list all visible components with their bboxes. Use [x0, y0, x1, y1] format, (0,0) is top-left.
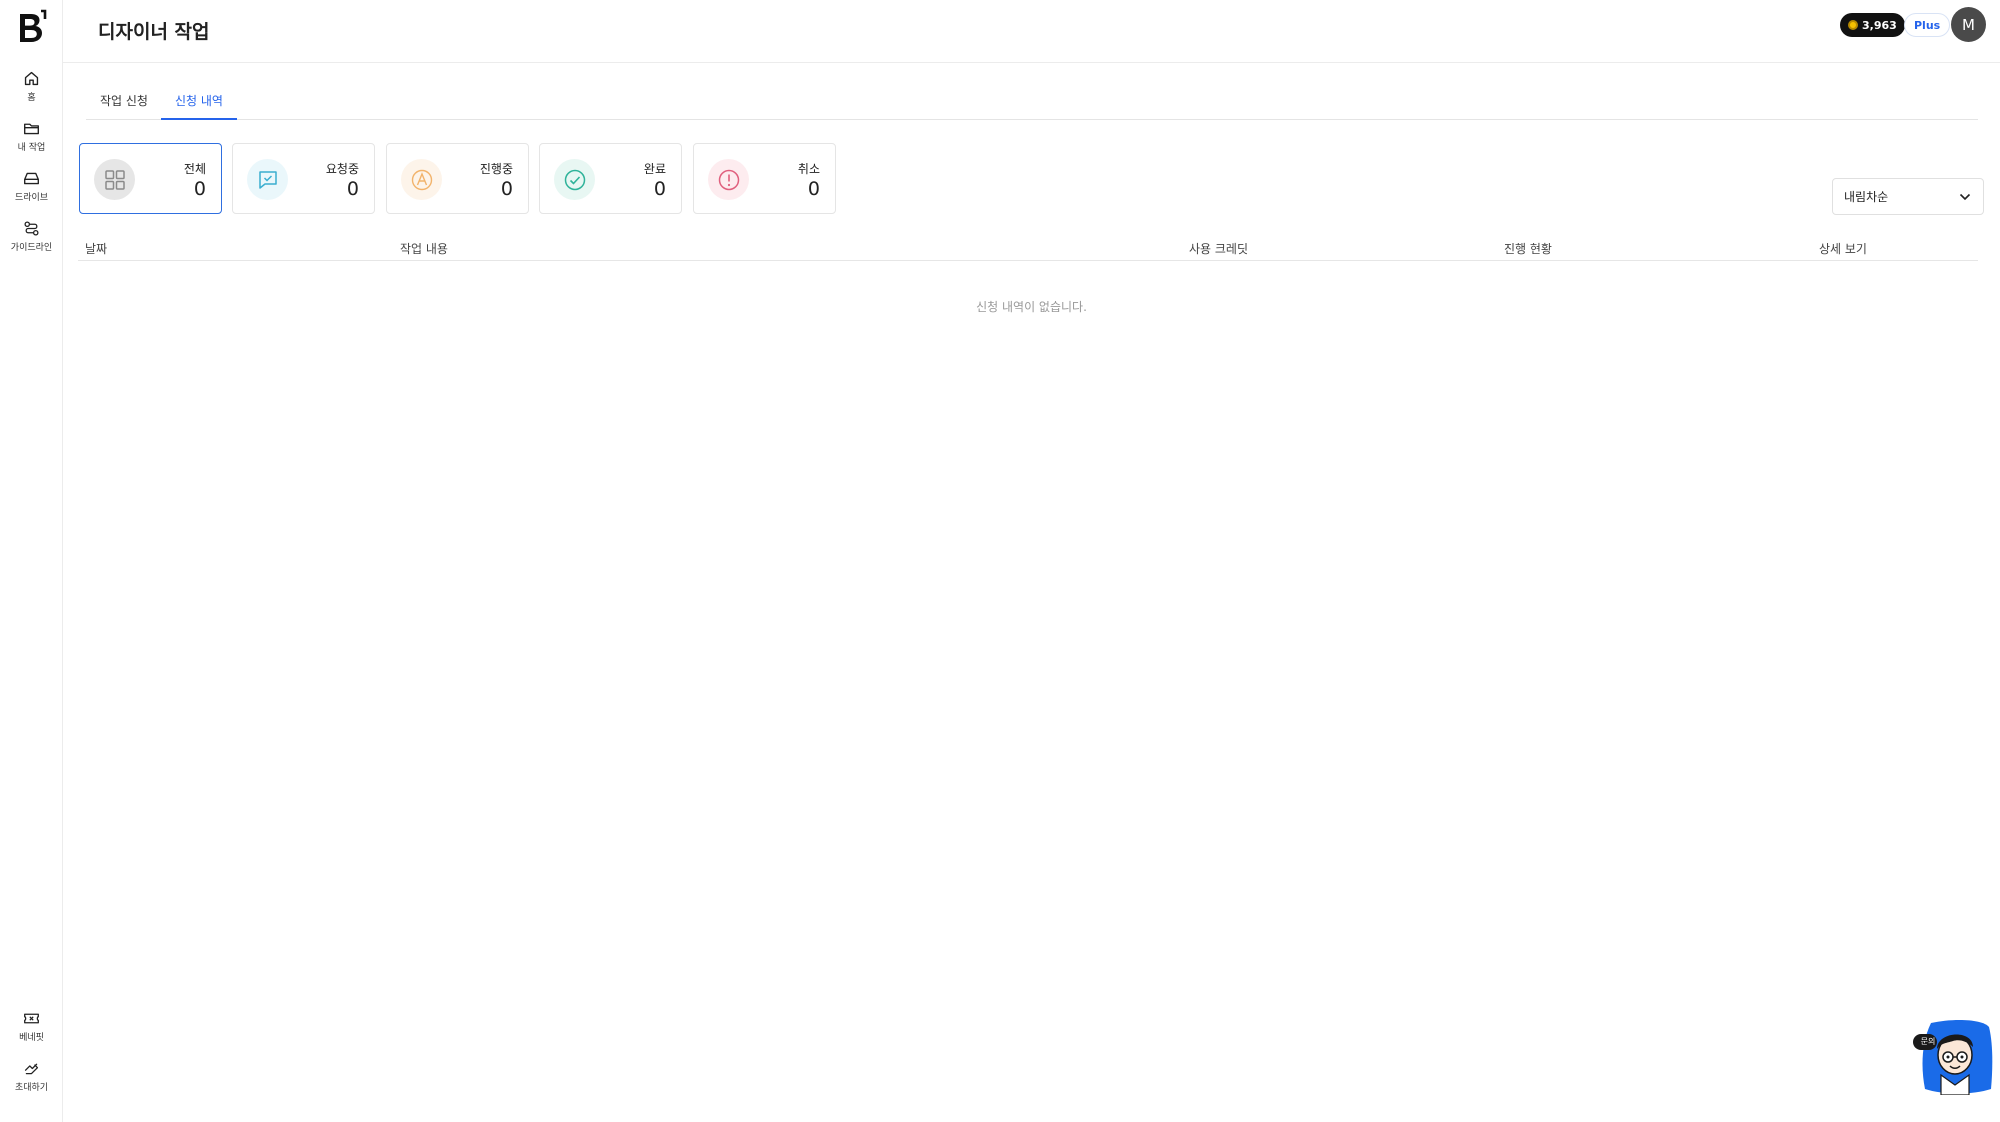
top-bar: 디자이너 작업	[63, 0, 2000, 63]
chatbot-button[interactable]: 문의	[1913, 1019, 1993, 1096]
stat-card-cancelled[interactable]: 취소 0	[693, 143, 836, 214]
grid-icon	[94, 159, 135, 200]
sidebar-item-label: 드라이브	[14, 193, 49, 203]
drive-icon	[24, 172, 39, 185]
stat-label: 완료	[643, 162, 666, 176]
column-header-detail: 상세 보기	[1819, 242, 1867, 256]
column-header-content: 작업 내용	[400, 242, 448, 256]
sidebar-item-label: 베네핏	[19, 1033, 44, 1043]
credit-amount: 3,963	[1862, 18, 1897, 32]
folder-icon	[24, 123, 39, 135]
sidebar-item-label: 초대하기	[14, 1083, 49, 1093]
brand-logo[interactable]	[14, 8, 48, 48]
chatbot-badge: 문의	[1920, 1037, 1936, 1046]
sort-select[interactable]: 내림차순	[1832, 178, 1984, 215]
invite-icon	[24, 1063, 39, 1075]
tab-bar: 작업 신청 신청 내역	[86, 90, 1978, 120]
plan-badge[interactable]: Plus	[1904, 13, 1951, 37]
chevron-down-icon	[1959, 193, 1971, 201]
ticket-icon	[24, 1013, 39, 1024]
chatbot-character-icon	[1913, 1019, 1993, 1096]
sidebar-item-label: 홈	[27, 93, 36, 103]
empty-state-message: 신청 내역이 없습니다.	[976, 300, 1087, 314]
page-title: 디자이너 작업	[98, 21, 210, 43]
stat-card-requested[interactable]: 요청중 0	[232, 143, 375, 214]
check-circle-icon	[554, 159, 595, 200]
sidebar: 홈 내 작업 드라이브 가이드라인 베네핏 초대하기	[0, 0, 63, 1122]
guideline-icon	[24, 221, 39, 236]
avatar[interactable]: M	[1951, 7, 1986, 42]
stat-count: 0	[653, 178, 666, 200]
stat-label: 취소	[797, 162, 820, 176]
stat-label: 요청중	[325, 162, 359, 176]
sidebar-item-label: 내 작업	[17, 143, 46, 153]
home-icon	[24, 71, 39, 86]
stat-card-all[interactable]: 전체 0	[79, 143, 222, 214]
sidebar-item-invite[interactable]: 초대하기	[0, 1060, 63, 1093]
tab-request-history[interactable]: 신청 내역	[161, 92, 237, 120]
coin-icon	[1848, 20, 1858, 30]
stat-count: 0	[193, 178, 206, 200]
tab-work-request[interactable]: 작업 신청	[86, 92, 162, 120]
stat-count: 0	[346, 178, 359, 200]
alert-circle-icon	[708, 159, 749, 200]
sidebar-item-label: 가이드라인	[10, 243, 53, 253]
in-progress-icon	[401, 159, 442, 200]
stat-card-in-progress[interactable]: 진행중 0	[386, 143, 529, 214]
stat-label: 진행중	[479, 162, 513, 176]
sort-selected-value: 내림차순	[1844, 190, 1889, 204]
stat-label: 전체	[183, 162, 206, 176]
column-header-date: 날짜	[85, 242, 108, 256]
credit-balance[interactable]: 3,963	[1840, 13, 1905, 37]
table-header: 날짜 작업 내용 사용 크레딧 진행 현황 상세 보기	[78, 237, 1978, 261]
stat-count: 0	[807, 178, 820, 200]
sidebar-item-guideline[interactable]: 가이드라인	[0, 220, 63, 253]
request-icon	[247, 159, 288, 200]
stat-card-completed[interactable]: 완료 0	[539, 143, 682, 214]
column-header-status: 진행 현황	[1504, 242, 1552, 256]
sidebar-item-home[interactable]: 홈	[0, 70, 63, 103]
stat-count: 0	[500, 178, 513, 200]
sidebar-item-benefit[interactable]: 베네핏	[0, 1010, 63, 1043]
column-header-credits: 사용 크레딧	[1189, 242, 1249, 256]
sidebar-item-drive[interactable]: 드라이브	[0, 170, 63, 203]
sidebar-item-my-work[interactable]: 내 작업	[0, 120, 63, 153]
